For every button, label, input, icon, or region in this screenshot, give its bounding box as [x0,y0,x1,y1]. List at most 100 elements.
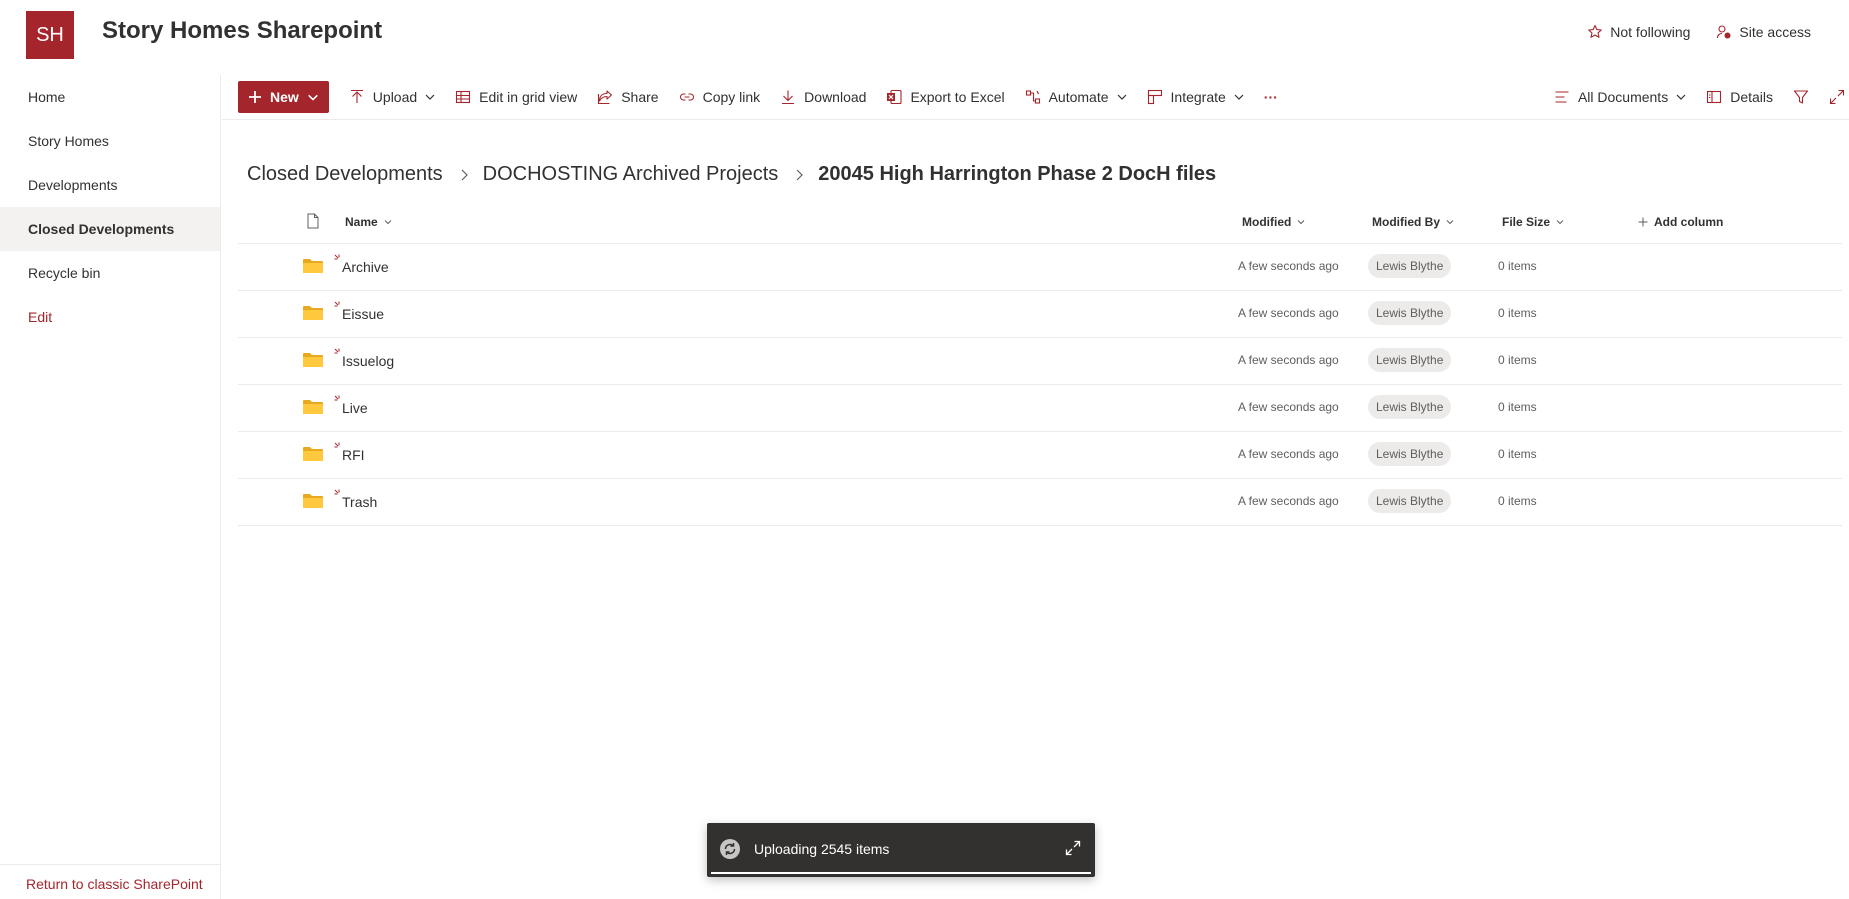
file-size-cell: 0 items [1498,306,1537,320]
table-row[interactable]: Eissue A few seconds ago Lewis Blythe 0 … [238,291,1842,338]
nav-item-story-homes[interactable]: Story Homes [0,119,220,163]
modified-by-pill[interactable]: Lewis Blythe [1368,395,1452,419]
modified-by-column-header[interactable]: Modified By [1372,215,1454,229]
breadcrumb-item[interactable]: Closed Developments [247,163,443,186]
folder-icon [303,259,323,273]
document-icon [307,213,319,229]
item-name-link[interactable]: Trash [342,494,377,510]
item-name-link[interactable]: Archive [342,259,389,275]
modified-by-pill[interactable]: Lewis Blythe [1368,348,1452,372]
site-access-button[interactable]: Site access [1716,24,1811,40]
plus-icon [249,91,261,103]
share-icon [598,90,613,105]
table-row[interactable]: Live A few seconds ago Lewis Blythe 0 it… [238,385,1842,432]
command-bar: New Upload Edit in grid view Share Copy … [222,75,1849,120]
modified-cell: A few seconds ago [1238,306,1339,320]
item-name-link[interactable]: RFI [342,447,365,463]
download-icon [782,90,795,105]
edit-grid-view-button[interactable]: Edit in grid view [445,81,587,113]
table-row[interactable]: RFI A few seconds ago Lewis Blythe 0 ite… [238,432,1842,479]
export-excel-button[interactable]: Export to Excel [876,81,1014,113]
expand-icon [1829,89,1845,105]
modified-by-pill[interactable]: Lewis Blythe [1368,442,1452,466]
site-logo[interactable]: SH [26,11,74,59]
view-selector[interactable]: All Documents [1544,81,1696,113]
modified-by-pill[interactable]: Lewis Blythe [1368,254,1452,278]
upload-status-text: Uploading 2545 items [754,841,890,857]
nav-edit-link[interactable]: Edit [0,295,220,339]
modified-cell: A few seconds ago [1238,494,1339,508]
automate-button[interactable]: Automate [1015,81,1137,113]
follow-button[interactable]: Not following [1587,24,1690,40]
fullscreen-button[interactable] [1819,81,1847,113]
filter-icon [1793,90,1809,104]
more-actions-button[interactable]: ··· [1254,81,1288,113]
copy-link-button[interactable]: Copy link [669,81,771,113]
modified-column-label: Modified [1242,215,1292,229]
filter-button[interactable] [1783,81,1819,113]
document-list: Name Modified Modified By File Size Add … [238,203,1842,526]
upload-progress-bar [711,872,1091,874]
plus-icon [1638,217,1648,227]
chevron-down-icon [1676,94,1686,100]
item-name-link[interactable]: Live [342,400,368,416]
name-column-header[interactable]: Name [345,215,392,229]
table-row[interactable]: Issuelog A few seconds ago Lewis Blythe … [238,338,1842,385]
details-label: Details [1730,89,1773,105]
grid-label: Edit in grid view [479,89,578,105]
nav-item-home[interactable]: Home [0,75,220,119]
excel-icon [887,89,902,105]
details-button[interactable]: Details [1696,81,1783,113]
view-label: All Documents [1577,89,1669,105]
excel-label: Export to Excel [910,89,1005,105]
chevron-right-icon [794,169,804,181]
modified-cell: A few seconds ago [1238,400,1339,414]
header-actions: Not following Site access [1587,24,1811,40]
folder-icon [303,400,323,414]
site-title[interactable]: Story Homes Sharepoint [102,17,382,45]
copy-link-label: Copy link [702,89,761,105]
nav-item-developments[interactable]: Developments [0,163,220,207]
share-label: Share [621,89,659,105]
new-button[interactable]: New [238,81,329,113]
list-header: Name Modified Modified By File Size Add … [238,203,1842,244]
chevron-down-icon [1117,94,1126,100]
file-size-cell: 0 items [1498,259,1537,273]
modified-column-header[interactable]: Modified [1242,215,1305,229]
return-to-classic-link[interactable]: Return to classic SharePoint [26,876,203,892]
file-size-cell: 0 items [1498,447,1537,461]
nav-item-closed-developments[interactable]: Closed Developments [0,207,220,251]
automate-icon [1025,90,1040,104]
integrate-label: Integrate [1170,89,1226,105]
link-icon [679,93,694,101]
breadcrumb-item[interactable]: DOCHOSTING Archived Projects [483,163,779,186]
details-pane-icon [1707,90,1722,104]
chevron-down-icon [425,94,435,100]
item-name-link[interactable]: Eissue [342,306,384,322]
automate-label: Automate [1048,89,1109,105]
file-size-column-header[interactable]: File Size [1502,215,1564,229]
table-row[interactable]: Archive A few seconds ago Lewis Blythe 0… [238,244,1842,291]
modified-by-column-label: Modified By [1372,215,1440,229]
file-type-column-header[interactable] [306,213,320,229]
chevron-down-icon [1446,220,1454,225]
upload-progress-toast[interactable]: Uploading 2545 items [707,823,1095,877]
share-button[interactable]: Share [587,81,668,113]
integrate-icon [1147,89,1162,105]
chevron-down-icon [1556,220,1564,225]
chevron-down-icon [1234,94,1244,100]
folder-icon [303,447,323,461]
modified-by-pill[interactable]: Lewis Blythe [1368,301,1452,325]
modified-by-pill[interactable]: Lewis Blythe [1368,489,1452,513]
integrate-button[interactable]: Integrate [1137,81,1254,113]
download-button[interactable]: Download [770,81,876,113]
item-name-link[interactable]: Issuelog [342,353,394,369]
expand-icon[interactable] [1065,840,1081,856]
add-column-button[interactable]: Add column [1638,215,1723,229]
nav-divider [0,864,221,865]
nav-item-recycle-bin[interactable]: Recycle bin [0,251,220,295]
folder-icon [303,494,323,508]
file-size-cell: 0 items [1498,494,1537,508]
table-row[interactable]: Trash A few seconds ago Lewis Blythe 0 i… [238,479,1842,526]
upload-button[interactable]: Upload [339,81,445,113]
